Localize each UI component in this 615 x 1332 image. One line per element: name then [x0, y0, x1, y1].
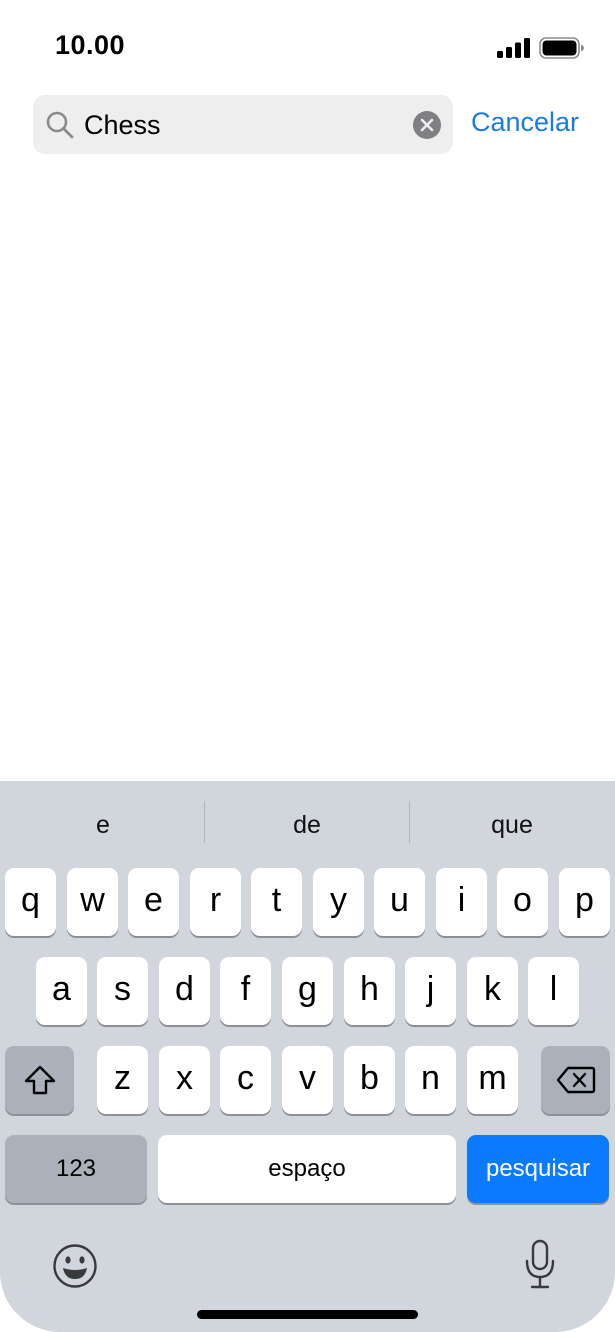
battery-icon [539, 37, 584, 59]
numbers-key[interactable]: 123 [5, 1135, 147, 1203]
key-y[interactable]: y [313, 868, 364, 936]
key-v[interactable]: v [282, 1046, 333, 1114]
key-i[interactable]: i [436, 868, 487, 936]
key-w[interactable]: w [67, 868, 118, 936]
key-d[interactable]: d [159, 957, 210, 1025]
key-s[interactable]: s [97, 957, 148, 1025]
key-a[interactable]: a [36, 957, 87, 1025]
search-key[interactable]: pesquisar [467, 1135, 609, 1203]
shift-key[interactable] [5, 1046, 74, 1114]
space-key[interactable]: espaço [158, 1135, 456, 1203]
key-q[interactable]: q [5, 868, 56, 936]
cancel-button[interactable]: Cancelar [471, 107, 579, 138]
clear-text-icon[interactable] [413, 111, 441, 139]
status-bar: 10.00 [0, 0, 615, 90]
key-l[interactable]: l [528, 957, 579, 1025]
key-u[interactable]: u [374, 868, 425, 936]
keyboard: e de que q w e r t y u i o p a s d f g h… [0, 781, 615, 1332]
delete-key[interactable] [541, 1046, 610, 1114]
key-r[interactable]: r [190, 868, 241, 936]
suggestion-3[interactable]: que [410, 805, 614, 845]
key-n[interactable]: n [405, 1046, 456, 1114]
key-e[interactable]: e [128, 868, 179, 936]
microphone-icon[interactable] [523, 1239, 557, 1291]
key-g[interactable]: g [282, 957, 333, 1025]
key-b[interactable]: b [344, 1046, 395, 1114]
cellular-signal-icon [497, 38, 530, 58]
key-x[interactable]: x [159, 1046, 210, 1114]
status-time: 10.00 [55, 30, 126, 60]
key-f[interactable]: f [220, 957, 271, 1025]
key-c[interactable]: c [220, 1046, 271, 1114]
shift-icon [24, 1065, 56, 1095]
suggestion-1[interactable]: e [1, 805, 205, 845]
key-o[interactable]: o [497, 868, 548, 936]
backspace-icon [556, 1066, 596, 1094]
key-h[interactable]: h [344, 957, 395, 1025]
home-indicator[interactable] [197, 1310, 418, 1319]
key-p[interactable]: p [559, 868, 610, 936]
key-z[interactable]: z [97, 1046, 148, 1114]
key-t[interactable]: t [251, 868, 302, 936]
search-icon [46, 111, 74, 139]
search-row: Cancelar [0, 95, 615, 155]
key-j[interactable]: j [405, 957, 456, 1025]
emoji-icon[interactable] [52, 1243, 98, 1289]
key-k[interactable]: k [467, 957, 518, 1025]
key-m[interactable]: m [467, 1046, 518, 1114]
search-field[interactable] [33, 95, 453, 154]
search-input[interactable] [84, 105, 404, 145]
suggestion-2[interactable]: de [205, 805, 409, 845]
